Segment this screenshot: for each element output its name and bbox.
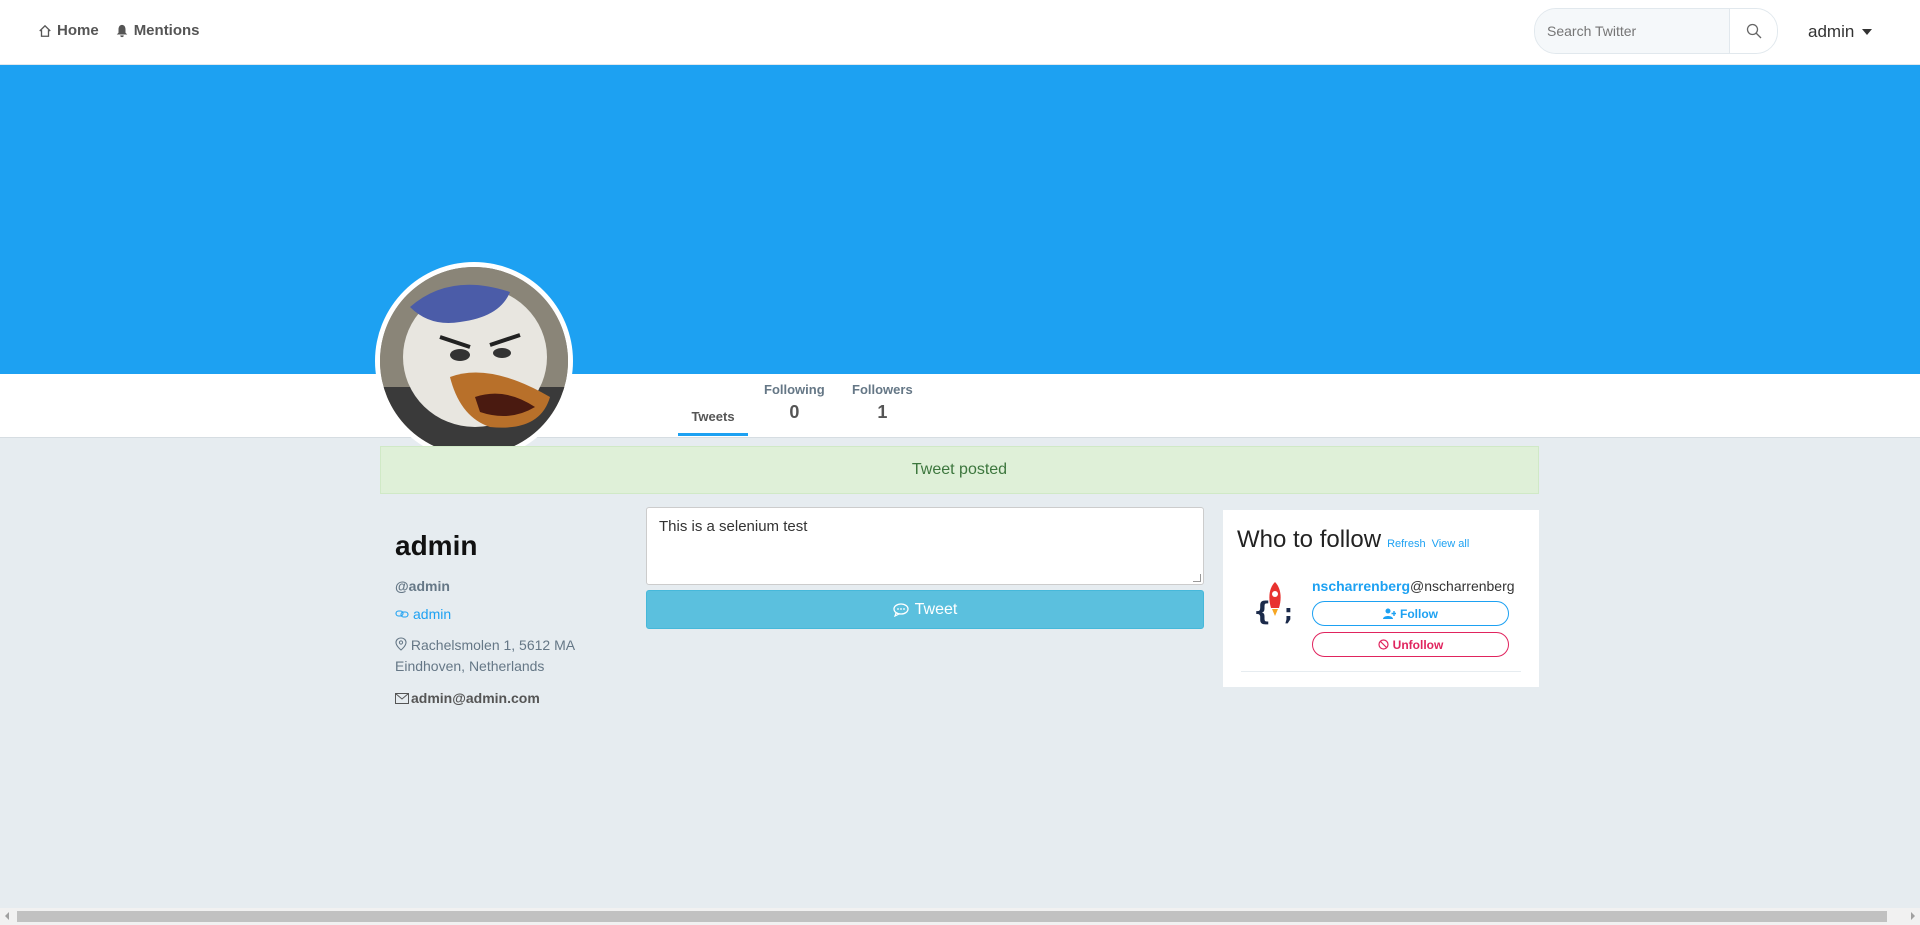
follow-button[interactable]: Follow — [1312, 601, 1509, 626]
nav-mentions-label: Mentions — [133, 22, 200, 39]
unfollow-button[interactable]: Unfollow — [1312, 632, 1509, 657]
user-menu-label: admin — [1808, 22, 1855, 41]
follow-button-label: Follow — [1400, 606, 1438, 621]
svg-text:{: { — [1253, 597, 1272, 626]
profile-handle: @admin — [395, 578, 450, 594]
profile-email-text: admin@admin.com — [411, 690, 540, 706]
following-label: Following — [764, 382, 825, 397]
profile-location: Rachelsmolen 1, 5612 MA Eindhoven, Nethe… — [395, 635, 625, 677]
tab-tweets[interactable]: Tweets — [678, 374, 748, 436]
suggestion-name[interactable]: nscharrenberg@nscharrenberg — [1312, 578, 1515, 594]
comment-icon — [893, 602, 909, 617]
map-marker-icon — [395, 637, 407, 651]
main-nav: Home Mentions — [38, 22, 200, 39]
svg-text:;: ; — [1284, 601, 1293, 626]
search-icon — [1746, 23, 1761, 39]
tweet-compose-textarea[interactable]: This is a selenium test — [646, 507, 1204, 585]
profile-card: admin @admin admin Rachelsmolen 1, 5612 … — [395, 530, 625, 706]
profile-link-label: admin — [413, 606, 452, 622]
ban-icon — [1378, 639, 1389, 650]
refresh-link[interactable]: Refresh — [1387, 538, 1426, 550]
user-menu-dropdown[interactable]: admin — [1808, 22, 1873, 42]
view-all-link[interactable]: View all — [1432, 538, 1470, 550]
search-input[interactable] — [1535, 9, 1729, 53]
stat-followers[interactable]: Followers 1 — [852, 382, 913, 423]
profile-link[interactable]: admin — [395, 606, 625, 622]
tab-tweets-label: Tweets — [691, 409, 735, 424]
user-plus-icon — [1383, 608, 1396, 619]
caret-down-icon — [1862, 29, 1873, 35]
alert-message: Tweet posted — [911, 461, 1008, 478]
suggestion-logo: { ; — [1253, 582, 1293, 627]
profile-avatar — [375, 262, 573, 460]
tweet-posted-alert: Tweet posted — [380, 446, 1539, 494]
compose-text: This is a selenium test — [659, 518, 808, 535]
envelope-icon — [395, 692, 409, 704]
tweet-button-label: Tweet — [914, 600, 958, 618]
suggestion-handle: @nscharrenberg — [1410, 578, 1515, 594]
top-navbar: Home Mentions admin — [0, 0, 1920, 65]
link-icon — [395, 610, 409, 618]
horizontal-scrollbar[interactable] — [0, 908, 1920, 925]
following-count: 0 — [789, 402, 800, 422]
followers-label: Followers — [852, 382, 913, 397]
nav-home-link[interactable]: Home — [38, 22, 99, 39]
who-to-follow-header: Who to follow Refresh View all — [1237, 526, 1469, 554]
scrollbar-thumb[interactable] — [17, 911, 1887, 922]
suggestion-avatar[interactable]: { ; — [1251, 578, 1299, 631]
profile-email: admin@admin.com — [395, 690, 625, 706]
profile-stats-bar: Following 0 Followers 1 — [0, 374, 1920, 438]
who-to-follow-title: Who to follow — [1237, 526, 1382, 553]
profile-banner — [0, 65, 1920, 374]
bell-icon — [116, 24, 127, 37]
profile-name: admin — [395, 530, 478, 561]
suggestion-username: nscharrenberg — [1312, 578, 1411, 594]
resize-handle[interactable] — [1193, 574, 1201, 582]
search-box — [1534, 8, 1778, 54]
nav-mentions-link[interactable]: Mentions — [115, 22, 200, 39]
search-button[interactable] — [1729, 9, 1777, 53]
unfollow-button-label: Unfollow — [1392, 637, 1444, 652]
card-divider — [1241, 671, 1521, 672]
who-to-follow-card: Who to follow Refresh View all { ; nscha… — [1223, 510, 1539, 687]
followers-count: 1 — [877, 402, 888, 422]
avatar-image — [380, 267, 568, 455]
profile-location-text: Rachelsmolen 1, 5612 MA Eindhoven, Nethe… — [395, 637, 575, 674]
scroll-right-icon[interactable] — [1911, 912, 1915, 920]
nav-home-label: Home — [57, 22, 99, 39]
stat-following[interactable]: Following 0 — [764, 382, 825, 423]
home-icon — [39, 24, 51, 37]
tweet-button[interactable]: Tweet — [646, 590, 1204, 629]
scroll-left-icon[interactable] — [5, 912, 9, 920]
